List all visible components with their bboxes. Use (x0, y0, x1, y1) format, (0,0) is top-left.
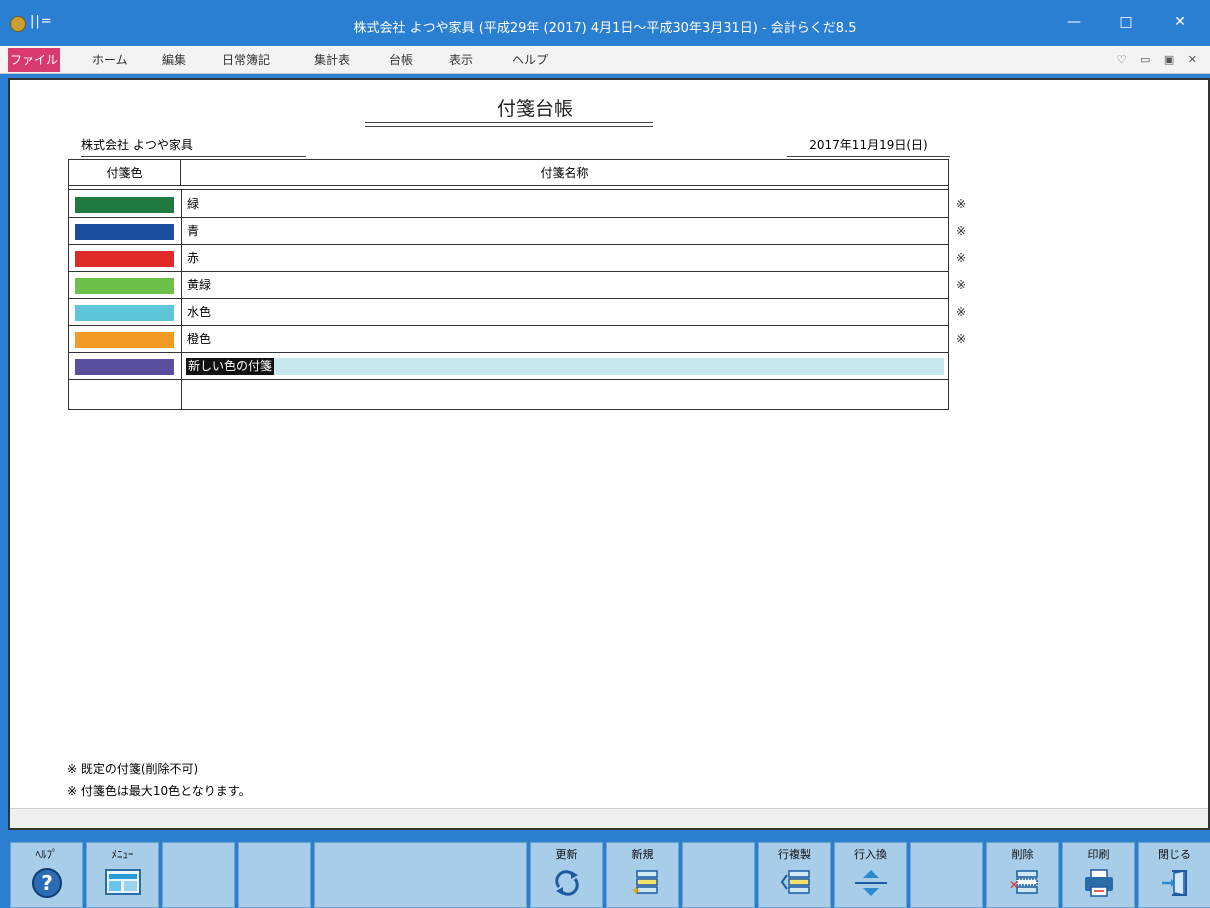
selected-text: 新しい色の付箋 (186, 358, 275, 375)
table-row[interactable]: 緑 (69, 191, 948, 218)
menu-home[interactable]: ホーム (92, 46, 128, 74)
copy-row-icon (780, 870, 810, 894)
window-title: 株式会社 よつや家具 (平成29年 (2017) 4月1日～平成30年3月31日… (353, 21, 857, 36)
print-button[interactable]: 印刷 (1062, 842, 1135, 908)
sticky-ledger-panel: 付箋台帳 株式会社 よつや家具 2017年11月19日(日) 付箋色 付箋名称 … (8, 78, 1210, 830)
fkey-empty-wide (314, 842, 527, 908)
table-row[interactable]: 橙色 (69, 326, 948, 353)
delete-button[interactable]: 削除 ✕ (986, 842, 1059, 908)
refresh-icon (554, 870, 579, 896)
builtin-mark: ※ (956, 251, 967, 265)
footnote-max-colors: ※ 付箋色は最大10色となります。 (67, 784, 251, 798)
table-row-empty[interactable] (69, 380, 948, 407)
title-bar: ||= 株式会社 よつや家具 (平成29年 (2017) 4月1日～平成30年3… (0, 0, 1210, 46)
svg-text:✦: ✦ (631, 884, 641, 898)
sticky-name[interactable]: 黄緑 (187, 272, 211, 299)
help-button[interactable]: ﾍﾙﾌﾟ ? (10, 842, 83, 908)
menu-screen-icon (104, 869, 141, 895)
color-swatch[interactable] (75, 251, 174, 267)
maximize-button[interactable]: □ (1106, 10, 1146, 34)
title-underline (365, 122, 653, 123)
ribbon-window-controls[interactable]: ♡ ▭ ▣ ✕ (1117, 46, 1202, 74)
swap-row-label: 行入換 (854, 848, 887, 861)
menu-file[interactable]: ファイル (8, 48, 60, 72)
question-icon: ? (31, 868, 62, 898)
sticky-name[interactable]: 緑 (187, 191, 199, 218)
close-button[interactable]: ✕ (1160, 10, 1200, 34)
header-color: 付箋色 (69, 160, 181, 186)
color-swatch[interactable] (75, 359, 174, 375)
function-key-bar: ﾍﾙﾌﾟ ? ﾒﾆｭｰ 更新 新規 ✦ 行複製 行入換 削除 ✕ 印刷 閉じる (0, 838, 1210, 908)
sticky-name[interactable]: 赤 (187, 245, 199, 272)
menu-daily-bookkeeping[interactable]: 日常簿記 (222, 46, 270, 74)
builtin-mark: ※ (956, 197, 967, 211)
fkey-empty-1 (162, 842, 235, 908)
header-separator (69, 186, 948, 190)
svg-text:✕: ✕ (1009, 878, 1019, 892)
delete-row-icon: ✕ (1009, 870, 1038, 894)
printer-icon (1084, 869, 1113, 897)
new-rows-icon: ✦ (631, 870, 658, 898)
table-header: 付箋色 付箋名称 (69, 160, 948, 186)
sticky-name[interactable]: 青 (187, 218, 199, 245)
table-row[interactable]: 青 (69, 218, 948, 245)
color-swatch[interactable] (75, 305, 174, 321)
new-label: 新規 (631, 848, 654, 861)
table-row[interactable]: 赤 (69, 245, 948, 272)
table-row[interactable]: 黄緑 (69, 272, 948, 299)
builtin-mark: ※ (956, 224, 967, 238)
sticky-table: 付箋色 付箋名称 緑 青 赤 黄緑 水色 橙色 新しい色の付箋 (68, 159, 949, 410)
page-title: 付箋台帳 (496, 98, 573, 120)
builtin-mark: ※ (956, 332, 967, 346)
fkey-empty-4 (910, 842, 983, 908)
builtin-mark: ※ (956, 278, 967, 292)
title-underline-double (365, 126, 653, 127)
delete-label: 削除 (1011, 848, 1034, 861)
fkey-empty-3 (682, 842, 755, 908)
menu-summary[interactable]: 集計表 (314, 46, 350, 74)
menu-help[interactable]: ヘルプ (512, 46, 548, 74)
svg-text:?: ? (41, 871, 53, 895)
fkey-empty-2 (238, 842, 311, 908)
copy-row-button[interactable]: 行複製 (758, 842, 831, 908)
footnote-builtin: ※ 既定の付箋(削除不可) (67, 762, 199, 776)
swap-row-icon (854, 870, 887, 896)
report-date: 2017年11月19日(日) (787, 136, 950, 157)
color-swatch[interactable] (75, 332, 174, 348)
close-panel-button[interactable]: 閉じる (1138, 842, 1210, 908)
color-swatch[interactable] (75, 197, 174, 213)
table-row-editing[interactable]: 新しい色の付箋 (69, 353, 948, 380)
menu-ledger[interactable]: 台帳 (389, 46, 413, 74)
sticky-name-input[interactable]: 新しい色の付箋 (186, 358, 944, 375)
new-button[interactable]: 新規 ✦ (606, 842, 679, 908)
company-name: 株式会社 よつや家具 (81, 136, 306, 157)
print-label: 印刷 (1087, 848, 1110, 861)
minimize-button[interactable]: — (1054, 10, 1094, 34)
menu-button[interactable]: ﾒﾆｭｰ (86, 842, 159, 908)
color-swatch[interactable] (75, 224, 174, 240)
swap-row-button[interactable]: 行入換 (834, 842, 907, 908)
color-swatch[interactable] (75, 278, 174, 294)
sticky-name[interactable]: 橙色 (187, 326, 211, 353)
status-strip (10, 808, 1208, 828)
copy-row-label: 行複製 (778, 848, 811, 861)
table-row[interactable]: 水色 (69, 299, 948, 326)
menu-view[interactable]: 表示 (449, 46, 473, 74)
update-button[interactable]: 更新 (530, 842, 603, 908)
menu-bar: ファイル ホーム 編集 日常簿記 集計表 台帳 表示 ヘルプ ♡ ▭ ▣ ✕ (0, 46, 1210, 74)
menu-label: ﾒﾆｭｰ (111, 848, 134, 861)
menu-edit[interactable]: 編集 (162, 46, 186, 74)
close-label: 閉じる (1158, 848, 1191, 861)
builtin-mark: ※ (956, 305, 967, 319)
help-label: ﾍﾙﾌﾟ (35, 848, 58, 861)
sticky-name[interactable]: 水色 (187, 299, 211, 326)
update-label: 更新 (555, 848, 578, 861)
header-name: 付箋名称 (540, 166, 589, 180)
exit-door-icon (1161, 870, 1187, 896)
